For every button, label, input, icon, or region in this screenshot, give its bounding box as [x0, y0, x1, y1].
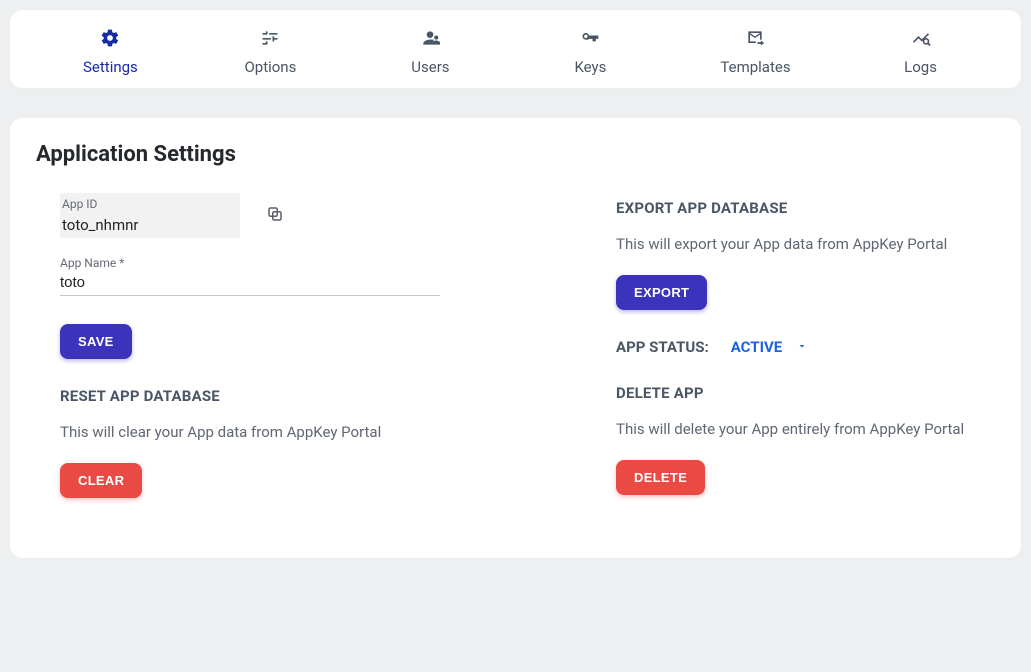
app-id-box: App ID toto_nhmnr	[60, 193, 240, 238]
tab-label: Settings	[83, 58, 138, 76]
copy-app-id-button[interactable]	[262, 201, 288, 230]
save-button[interactable]: SAVE	[60, 324, 132, 359]
delete-title: DELETE APP	[616, 384, 995, 402]
key-icon	[580, 28, 600, 48]
status-row: APP STATUS: ACTIVE	[616, 338, 995, 356]
reset-desc: This will clear your App data from AppKe…	[60, 423, 536, 441]
gear-icon	[100, 28, 120, 48]
col-left: App ID toto_nhmnr App Name * SAVE RESET …	[36, 193, 536, 498]
app-id-label: App ID	[62, 197, 234, 211]
analytics-icon	[911, 28, 931, 48]
export-desc: This will export your App data from AppK…	[616, 235, 995, 253]
tabs-card: Settings Options Users Keys Templates	[10, 10, 1021, 88]
copy-icon	[266, 211, 284, 226]
tab-options[interactable]: Options	[240, 28, 300, 76]
tab-label: Keys	[574, 58, 606, 76]
mail-forward-icon	[745, 28, 765, 48]
field-app-name: App Name *	[60, 256, 536, 296]
tab-users[interactable]: Users	[400, 28, 460, 76]
status-label: APP STATUS:	[616, 338, 709, 356]
tab-settings[interactable]: Settings	[80, 28, 140, 76]
reset-title: RESET APP DATABASE	[60, 387, 536, 405]
tabs: Settings Options Users Keys Templates	[10, 28, 1021, 76]
col-right: EXPORT APP DATABASE This will export you…	[576, 193, 995, 498]
export-button[interactable]: EXPORT	[616, 275, 707, 310]
chevron-down-icon	[796, 338, 808, 356]
delete-button[interactable]: DELETE	[616, 460, 705, 495]
tab-keys[interactable]: Keys	[560, 28, 620, 76]
columns: App ID toto_nhmnr App Name * SAVE RESET …	[36, 193, 995, 498]
app-name-label: App Name *	[60, 256, 536, 270]
tab-label: Templates	[720, 58, 790, 76]
users-icon	[420, 28, 440, 48]
tab-label: Users	[411, 58, 449, 76]
tab-label: Logs	[904, 58, 937, 76]
page-title: Application Settings	[36, 142, 995, 167]
app-name-input[interactable]	[60, 270, 440, 296]
tab-label: Options	[244, 58, 296, 76]
tab-templates[interactable]: Templates	[720, 28, 790, 76]
delete-desc: This will delete your App entirely from …	[616, 420, 995, 438]
sliders-icon	[260, 28, 280, 48]
clear-button[interactable]: CLEAR	[60, 463, 142, 498]
tab-logs[interactable]: Logs	[891, 28, 951, 76]
field-app-id: App ID toto_nhmnr	[60, 193, 536, 238]
status-value: ACTIVE	[731, 338, 782, 356]
app-id-value: toto_nhmnr	[62, 216, 234, 234]
settings-panel: Application Settings App ID toto_nhmnr A…	[10, 118, 1021, 558]
export-title: EXPORT APP DATABASE	[616, 199, 995, 217]
status-select[interactable]: ACTIVE	[731, 338, 808, 356]
